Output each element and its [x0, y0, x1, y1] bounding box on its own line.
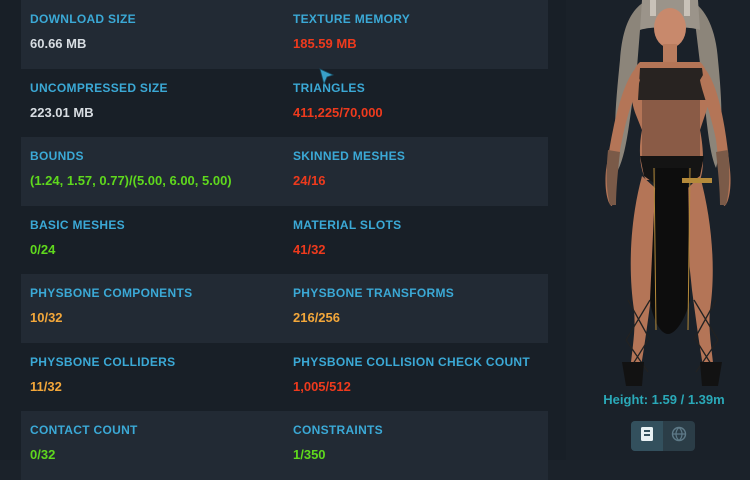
avatar-height-label: Height: 1.59 / 1.39m [603, 392, 725, 407]
mouse-cursor-icon [319, 68, 335, 86]
globe-view-button[interactable] [663, 421, 695, 451]
book-icon [640, 426, 654, 447]
view-toggle-group [631, 421, 695, 451]
globe-icon [671, 426, 687, 447]
book-view-button[interactable] [631, 421, 663, 451]
